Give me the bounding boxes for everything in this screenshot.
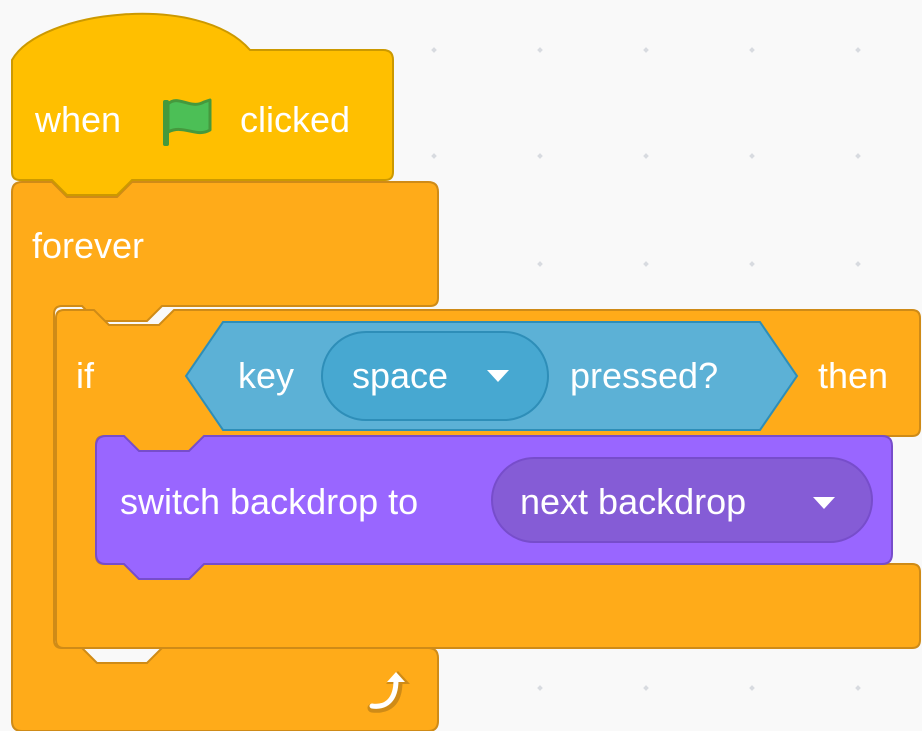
switch-backdrop-label: switch backdrop to [120, 481, 419, 522]
code-area[interactable]: when clicked forever if then key space p… [0, 0, 922, 731]
key-dropdown-value[interactable]: space [352, 356, 448, 396]
pressed-label: pressed? [570, 355, 719, 396]
hat-when-label: when [35, 99, 122, 140]
hat-clicked-label: clicked [240, 99, 351, 140]
backdrop-dropdown-value[interactable]: next backdrop [520, 482, 746, 522]
block-shapes [11, 12, 921, 731]
forever-label: forever [32, 225, 145, 266]
key-label: key [238, 355, 295, 396]
then-label: then [818, 355, 889, 396]
if-label: if [76, 355, 94, 396]
